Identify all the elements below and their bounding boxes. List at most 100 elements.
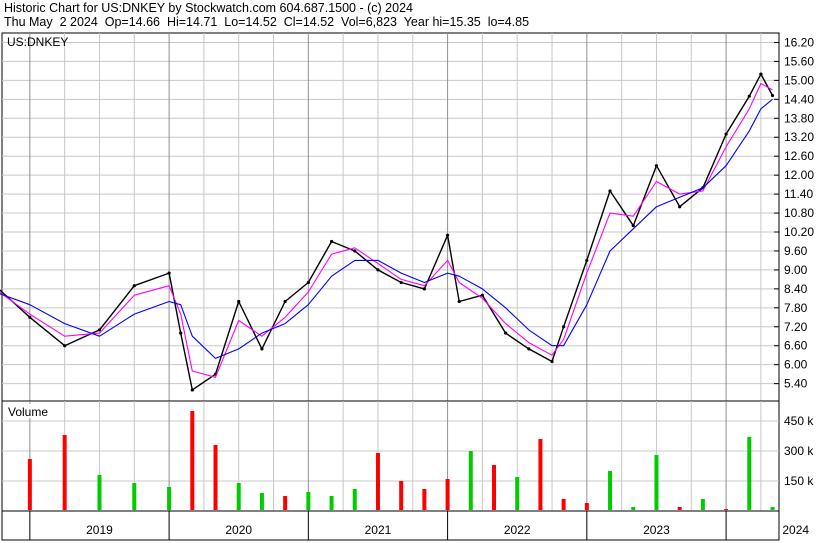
price-tick-label: 9.60 [784, 244, 808, 258]
volume-bar [306, 492, 311, 510]
volume-bar [422, 489, 427, 510]
x-tick-label: 2024 [782, 523, 809, 537]
volume-bar [27, 459, 32, 510]
price-tick-label: 12.60 [784, 149, 814, 163]
price-tick-label: 10.20 [784, 225, 814, 239]
price-point [28, 315, 32, 319]
x-tick-label: 2023 [643, 523, 670, 537]
price-point [678, 205, 682, 209]
price-tick-label: 7.80 [784, 301, 808, 315]
volume-bar [492, 465, 497, 510]
price-point [631, 224, 635, 228]
volume-bar [190, 411, 195, 510]
price-tick-label: 15.60 [784, 54, 814, 68]
price-point [399, 280, 403, 285]
volume-panel-frame [1, 400, 780, 512]
price-tick-label: 13.20 [784, 130, 814, 144]
price-point [504, 331, 508, 335]
price-point [457, 299, 461, 304]
volume-bar [561, 499, 566, 510]
volume-bar [747, 437, 752, 510]
price-point [445, 233, 450, 237]
volume-bar [608, 471, 613, 510]
price-tick-label: 9.00 [784, 263, 808, 277]
volume-bar [515, 477, 520, 510]
volume-tick-label: 450 k [784, 414, 814, 428]
price-point [550, 359, 554, 364]
price-tick-label: 5.40 [784, 377, 808, 391]
volume-y-axis: 450 k 300 k 150 k [784, 414, 814, 488]
volume-bar [770, 507, 775, 510]
stock-chart: US:DNKEY 16.2015.6015.0014.4013.8013.201… [0, 32, 814, 541]
price-point [306, 280, 310, 285]
volume-bar [167, 487, 172, 510]
volume-bar [259, 493, 264, 510]
x-tick-label: 2021 [365, 523, 392, 537]
price-y-axis: 16.20 15.60 15.00 14.40 13.80 13.20 12.60 12.00… [774, 35, 814, 391]
price-point [132, 284, 136, 288]
price-tick-label: 12.00 [784, 168, 814, 182]
price-point [759, 72, 763, 76]
price-tick-label: 10.80 [784, 206, 814, 220]
price-point [353, 249, 357, 253]
price-tick-label: 15.00 [784, 73, 814, 87]
price-point [63, 344, 67, 348]
volume-bar [283, 496, 288, 510]
price-point [724, 132, 728, 136]
price-point [97, 328, 102, 332]
price-tick-label: 6.60 [784, 339, 808, 353]
price-tick-label: 16.20 [784, 35, 814, 49]
volume-bar [213, 445, 218, 510]
x-tick-label: 2020 [225, 523, 252, 537]
price-point [770, 93, 775, 98]
volume-panel-title: Volume [8, 405, 48, 419]
volume-bar [445, 479, 450, 510]
volume-bar [97, 475, 102, 510]
price-tick-label: 7.20 [784, 320, 808, 334]
volume-bar [538, 439, 543, 510]
volume-bar [236, 483, 241, 510]
price-tick-label: 6.00 [784, 358, 808, 372]
volume-tick-label: 300 k [784, 444, 814, 458]
price-point [422, 287, 426, 291]
price-tick-label: 13.80 [784, 111, 814, 125]
price-point [654, 164, 659, 168]
volume-bar [724, 509, 729, 510]
volume-bar [654, 455, 659, 510]
price-point [747, 94, 751, 98]
price-point [283, 299, 287, 304]
volume-bar [700, 499, 705, 510]
price-point [376, 268, 380, 272]
price-panel-title: US:DNKEY [7, 35, 68, 49]
price-point [167, 271, 171, 275]
volume-bar [375, 453, 380, 510]
x-tick-label: 2019 [86, 523, 113, 537]
x-tick-label: 2022 [504, 523, 531, 537]
price-point [237, 299, 241, 304]
price-point [480, 293, 485, 297]
price-point [329, 239, 334, 244]
x-axis: 2019 2020 2021 2022 2023 2024 [1, 510, 809, 541]
volume-bar [631, 507, 636, 510]
price-point [190, 388, 194, 392]
volume-bar [584, 503, 589, 510]
price-point [608, 189, 612, 193]
price-panel: US:DNKEY 16.2015.6015.0014.4013.8013.201… [0, 32, 814, 402]
price-tick-label: 11.40 [784, 187, 813, 201]
volume-bar [677, 507, 682, 510]
price-tick-label: 14.40 [784, 92, 814, 106]
volume-panel: Volume 450 k 300 k 150 k [1, 400, 814, 512]
price-point [527, 347, 531, 351]
volume-bar [468, 451, 473, 510]
price-point [179, 331, 183, 335]
volume-bar [352, 489, 357, 510]
price-point [562, 325, 566, 329]
volume-bar [399, 481, 404, 510]
volume-bar [329, 496, 334, 510]
price-tick-label: 8.40 [784, 282, 808, 296]
volume-bar [132, 483, 137, 510]
volume-tick-label: 150 k [784, 474, 814, 488]
price-point [260, 347, 264, 351]
price-point [585, 258, 589, 263]
volume-bar [62, 435, 67, 510]
